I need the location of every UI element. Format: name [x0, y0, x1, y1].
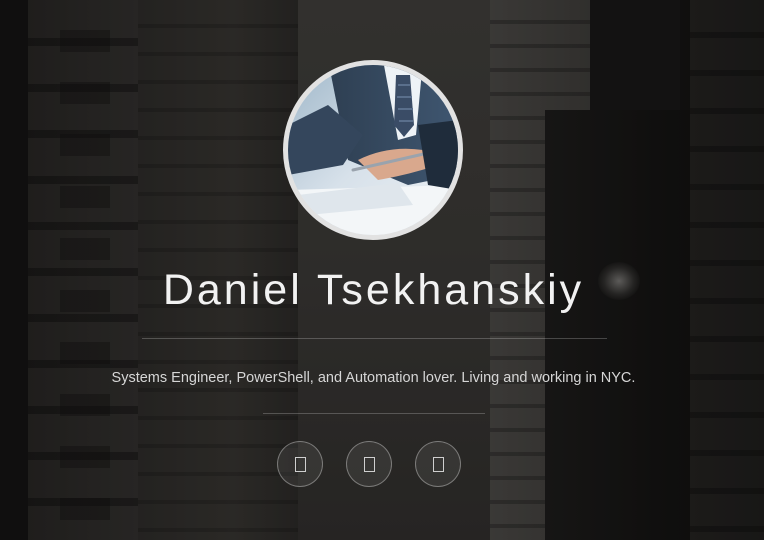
social-link-icon-2	[363, 456, 375, 472]
profile-name: Daniel Tsekhanskiy	[162, 266, 585, 314]
profile-header: Daniel Tsekhanskiy Systems Engineer, Pow…	[0, 0, 764, 540]
social-link-button-3[interactable]	[415, 441, 461, 487]
avatar-photo	[288, 65, 458, 235]
hero-background: Daniel Tsekhanskiy Systems Engineer, Pow…	[0, 0, 764, 540]
social-link-button-1[interactable]	[277, 441, 323, 487]
divider	[263, 413, 485, 414]
social-link-icon-3	[432, 456, 444, 472]
social-link-button-2[interactable]	[346, 441, 392, 487]
avatar	[283, 60, 463, 240]
divider	[142, 338, 607, 339]
profile-tagline: Systems Engineer, PowerShell, and Automa…	[111, 370, 636, 386]
social-link-icon-1	[294, 456, 306, 472]
